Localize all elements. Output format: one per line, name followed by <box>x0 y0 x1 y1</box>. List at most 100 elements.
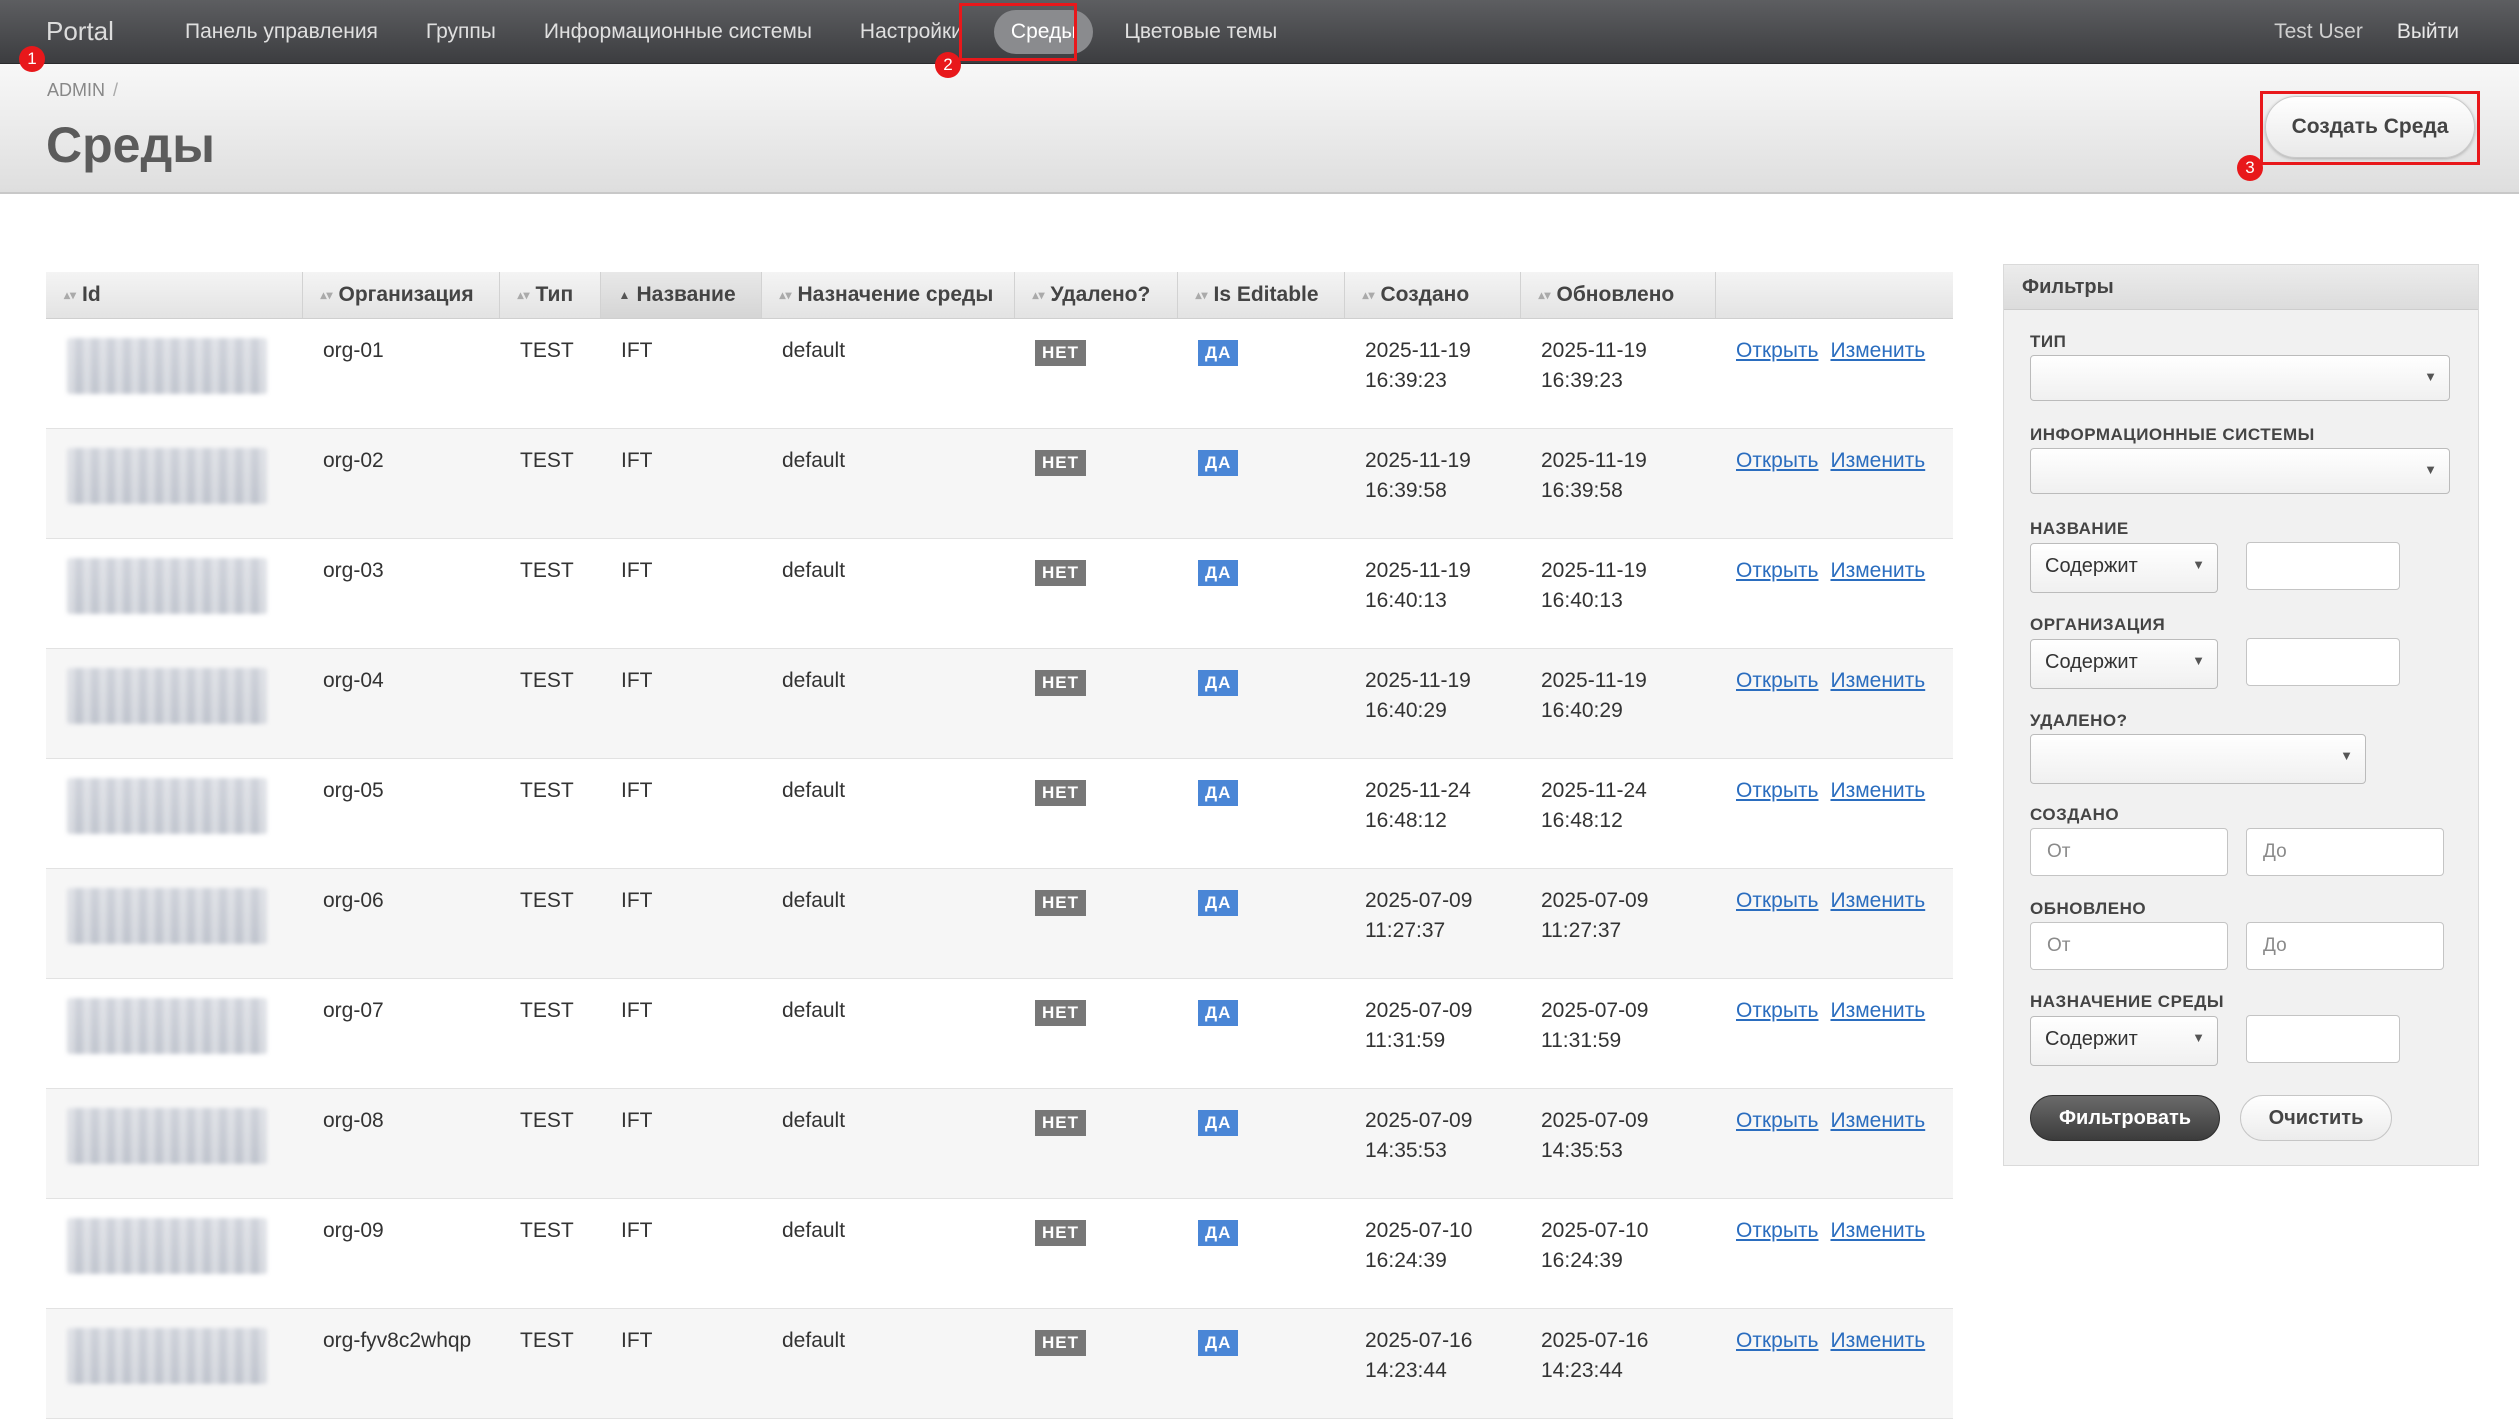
table-body: org-01 TEST IFT default НЕТ ДА 2025-11-19 16:39… <box>46 318 1953 1419</box>
edit-link[interactable]: Изменить <box>1830 889 1925 912</box>
filter-org-operator-select[interactable]: Содержит ▼ <box>2030 639 2218 689</box>
updated-time: 14:23:44 <box>1541 1359 1623 1382</box>
edit-link[interactable]: Изменить <box>1830 1219 1925 1242</box>
filter-created-from-input[interactable] <box>2030 828 2228 876</box>
chevron-down-icon: ▼ <box>2192 557 2205 572</box>
filter-created-to-input[interactable] <box>2246 828 2444 876</box>
edit-link[interactable]: Изменить <box>1830 449 1925 472</box>
updated-date: 2025-07-10 <box>1541 1219 1649 1242</box>
table-header-row: ▴▾ Id ▴▾ Организация ▴▾ Тип ▲ Название ▴▾ Наз… <box>46 272 1953 319</box>
brand-logo[interactable]: Portal <box>46 16 114 47</box>
filter-purpose-operator-select[interactable]: Содержит ▼ <box>2030 1016 2218 1066</box>
open-link[interactable]: Открыть <box>1736 669 1818 692</box>
cell-created: 2025-11-24 16:48:12 <box>1344 758 1520 869</box>
cell-name: IFT <box>600 538 761 649</box>
filter-type-select[interactable]: ▼ <box>2030 355 2450 401</box>
cell-deleted: НЕТ <box>1014 428 1177 539</box>
open-link[interactable]: Открыть <box>1736 1109 1818 1132</box>
filter-updated-from-input[interactable] <box>2030 922 2228 970</box>
column-header-id[interactable]: ▴▾ Id <box>46 272 303 319</box>
filter-purpose-input[interactable] <box>2246 1015 2400 1063</box>
open-link[interactable]: Открыть <box>1736 559 1818 582</box>
cell-id <box>46 538 302 649</box>
cell-updated: 2025-07-09 11:31:59 <box>1520 978 1715 1089</box>
filter-purpose-label: НАЗНАЧЕНИЕ СРЕДЫ <box>2030 992 2225 1011</box>
apply-filter-button[interactable]: Фильтровать <box>2030 1095 2220 1141</box>
cell-created: 2025-07-09 11:31:59 <box>1344 978 1520 1089</box>
redacted-id <box>67 998 267 1054</box>
breadcrumb-admin[interactable]: ADMIN <box>47 80 105 100</box>
cell-purpose: default <box>761 648 1014 759</box>
cell-actions: Открыть Изменить <box>1715 758 1953 869</box>
open-link[interactable]: Открыть <box>1736 449 1818 472</box>
cell-updated: 2025-07-09 11:27:37 <box>1520 868 1715 979</box>
annotation-marker-3: 3 <box>2237 155 2263 181</box>
created-date: 2025-11-19 <box>1365 559 1471 582</box>
logout-link[interactable]: Выйти <box>2397 20 2459 44</box>
column-header-deleted[interactable]: ▴▾ Удалено? <box>1014 272 1178 319</box>
deleted-badge: НЕТ <box>1035 890 1086 916</box>
column-header-organization[interactable]: ▴▾ Организация <box>302 272 500 319</box>
created-time: 16:40:29 <box>1365 699 1447 722</box>
edit-link[interactable]: Изменить <box>1830 1109 1925 1132</box>
nav-item-color-themes[interactable]: Цветовые темы <box>1107 10 1294 54</box>
nav-item-groups[interactable]: Группы <box>409 10 513 54</box>
cell-purpose: default <box>761 428 1014 539</box>
open-link[interactable]: Открыть <box>1736 999 1818 1022</box>
cell-updated: 2025-07-16 14:23:44 <box>1520 1308 1715 1419</box>
cell-updated: 2025-11-19 16:40:29 <box>1520 648 1715 759</box>
open-link[interactable]: Открыть <box>1736 1329 1818 1352</box>
edit-link[interactable]: Изменить <box>1830 999 1925 1022</box>
cell-name: IFT <box>600 1308 761 1419</box>
redacted-id <box>67 558 267 614</box>
table-row: org-03 TEST IFT default НЕТ ДА 2025-11-19 16:40… <box>46 538 1953 649</box>
table-row: org-07 TEST IFT default НЕТ ДА 2025-07-09 11:31… <box>46 978 1953 1089</box>
open-link[interactable]: Открыть <box>1736 339 1818 362</box>
editable-badge: ДА <box>1198 1000 1239 1026</box>
nav-item-dashboard[interactable]: Панель управления <box>168 10 395 54</box>
filter-systems-select[interactable]: ▼ <box>2030 448 2450 494</box>
cell-purpose: default <box>761 978 1014 1089</box>
nav-item-information-systems[interactable]: Информационные системы <box>527 10 829 54</box>
open-link[interactable]: Открыть <box>1736 779 1818 802</box>
table-row: org-fyv8c2whqp TEST IFT default НЕТ ДА 2025-07… <box>46 1308 1953 1419</box>
open-link[interactable]: Открыть <box>1736 1219 1818 1242</box>
cell-deleted: НЕТ <box>1014 1198 1177 1309</box>
open-link[interactable]: Открыть <box>1736 889 1818 912</box>
cell-deleted: НЕТ <box>1014 978 1177 1089</box>
cell-name: IFT <box>600 1088 761 1199</box>
edit-link[interactable]: Изменить <box>1830 669 1925 692</box>
cell-actions: Открыть Изменить <box>1715 1198 1953 1309</box>
cell-actions: Открыть Изменить <box>1715 978 1953 1089</box>
edit-link[interactable]: Изменить <box>1830 559 1925 582</box>
cell-created: 2025-11-19 16:40:29 <box>1344 648 1520 759</box>
edit-link[interactable]: Изменить <box>1830 339 1925 362</box>
cell-actions: Открыть Изменить <box>1715 538 1953 649</box>
column-header-updated[interactable]: ▴▾ Обновлено <box>1520 272 1716 319</box>
cell-updated: 2025-11-19 16:40:13 <box>1520 538 1715 649</box>
created-date: 2025-07-09 <box>1365 999 1473 1022</box>
edit-link[interactable]: Изменить <box>1830 779 1925 802</box>
clear-filter-button[interactable]: Очистить <box>2240 1095 2392 1141</box>
column-header-type[interactable]: ▴▾ Тип <box>499 272 601 319</box>
edit-link[interactable]: Изменить <box>1830 1329 1925 1352</box>
sort-icon: ▴▾ <box>320 288 333 303</box>
deleted-badge: НЕТ <box>1035 670 1086 696</box>
column-header-purpose[interactable]: ▴▾ Назначение среды <box>761 272 1015 319</box>
cell-type: TEST <box>499 1308 600 1419</box>
sort-icon: ▴▾ <box>779 288 792 303</box>
filter-deleted-select[interactable]: ▼ <box>2030 734 2366 784</box>
cell-type: TEST <box>499 868 600 979</box>
annotation-marker-2: 2 <box>935 52 961 78</box>
column-header-name[interactable]: ▲ Название <box>600 272 762 319</box>
current-user[interactable]: Test User <box>2274 20 2363 44</box>
column-header-is-editable[interactable]: ▴▾ Is Editable <box>1177 272 1345 319</box>
filter-name-operator-select[interactable]: Содержит ▼ <box>2030 543 2218 593</box>
column-header-actions <box>1715 272 1953 319</box>
filter-name-input[interactable] <box>2246 542 2400 590</box>
cell-organization: org-01 <box>302 318 499 429</box>
cell-deleted: НЕТ <box>1014 868 1177 979</box>
filter-org-input[interactable] <box>2246 638 2400 686</box>
column-header-created[interactable]: ▴▾ Создано <box>1344 272 1521 319</box>
filter-updated-to-input[interactable] <box>2246 922 2444 970</box>
